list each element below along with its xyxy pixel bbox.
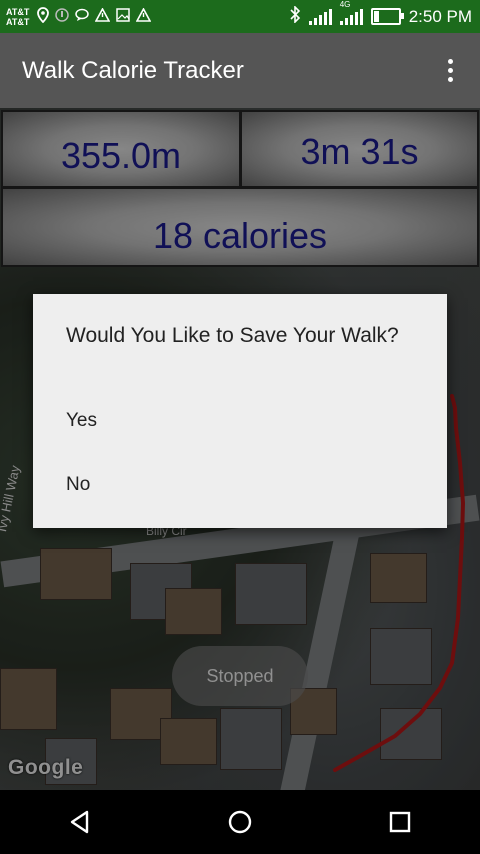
carrier-line-2: AT&T [6, 16, 30, 27]
dialog-title: Would You Like to Save Your Walk? [66, 324, 399, 347]
yes-option[interactable]: Yes [66, 410, 406, 436]
navigation-bar [0, 790, 480, 854]
battery-icon [370, 8, 404, 25]
back-icon[interactable] [50, 792, 110, 852]
home-icon[interactable] [210, 792, 270, 852]
app-bar: Walk Calorie Tracker [0, 33, 480, 108]
overflow-menu-icon[interactable] [438, 56, 462, 86]
location-icon [37, 6, 50, 27]
no-option[interactable]: No [66, 474, 406, 500]
chat-icon [75, 8, 90, 26]
warning-icon [135, 6, 152, 26]
status-time: 2:50 PM [408, 6, 472, 26]
status-bar: AT&T AT&T 4G 2:50 PM [0, 0, 480, 33]
signal-icon [308, 8, 332, 25]
warning-icon [94, 6, 111, 26]
save-walk-dialog: Would You Like to Save Your Walk? Yes No [33, 294, 447, 528]
carrier-label: AT&T AT&T [6, 7, 29, 27]
carrier-line-1: AT&T [6, 6, 30, 17]
alert-icon [55, 7, 70, 26]
network-type-label: 4G [339, 0, 351, 9]
signal-4g-icon: 4G [339, 0, 363, 25]
image-icon [116, 7, 131, 26]
app-title: Walk Calorie Tracker [22, 56, 244, 84]
bluetooth-icon [289, 4, 301, 28]
recents-icon[interactable] [370, 792, 430, 852]
